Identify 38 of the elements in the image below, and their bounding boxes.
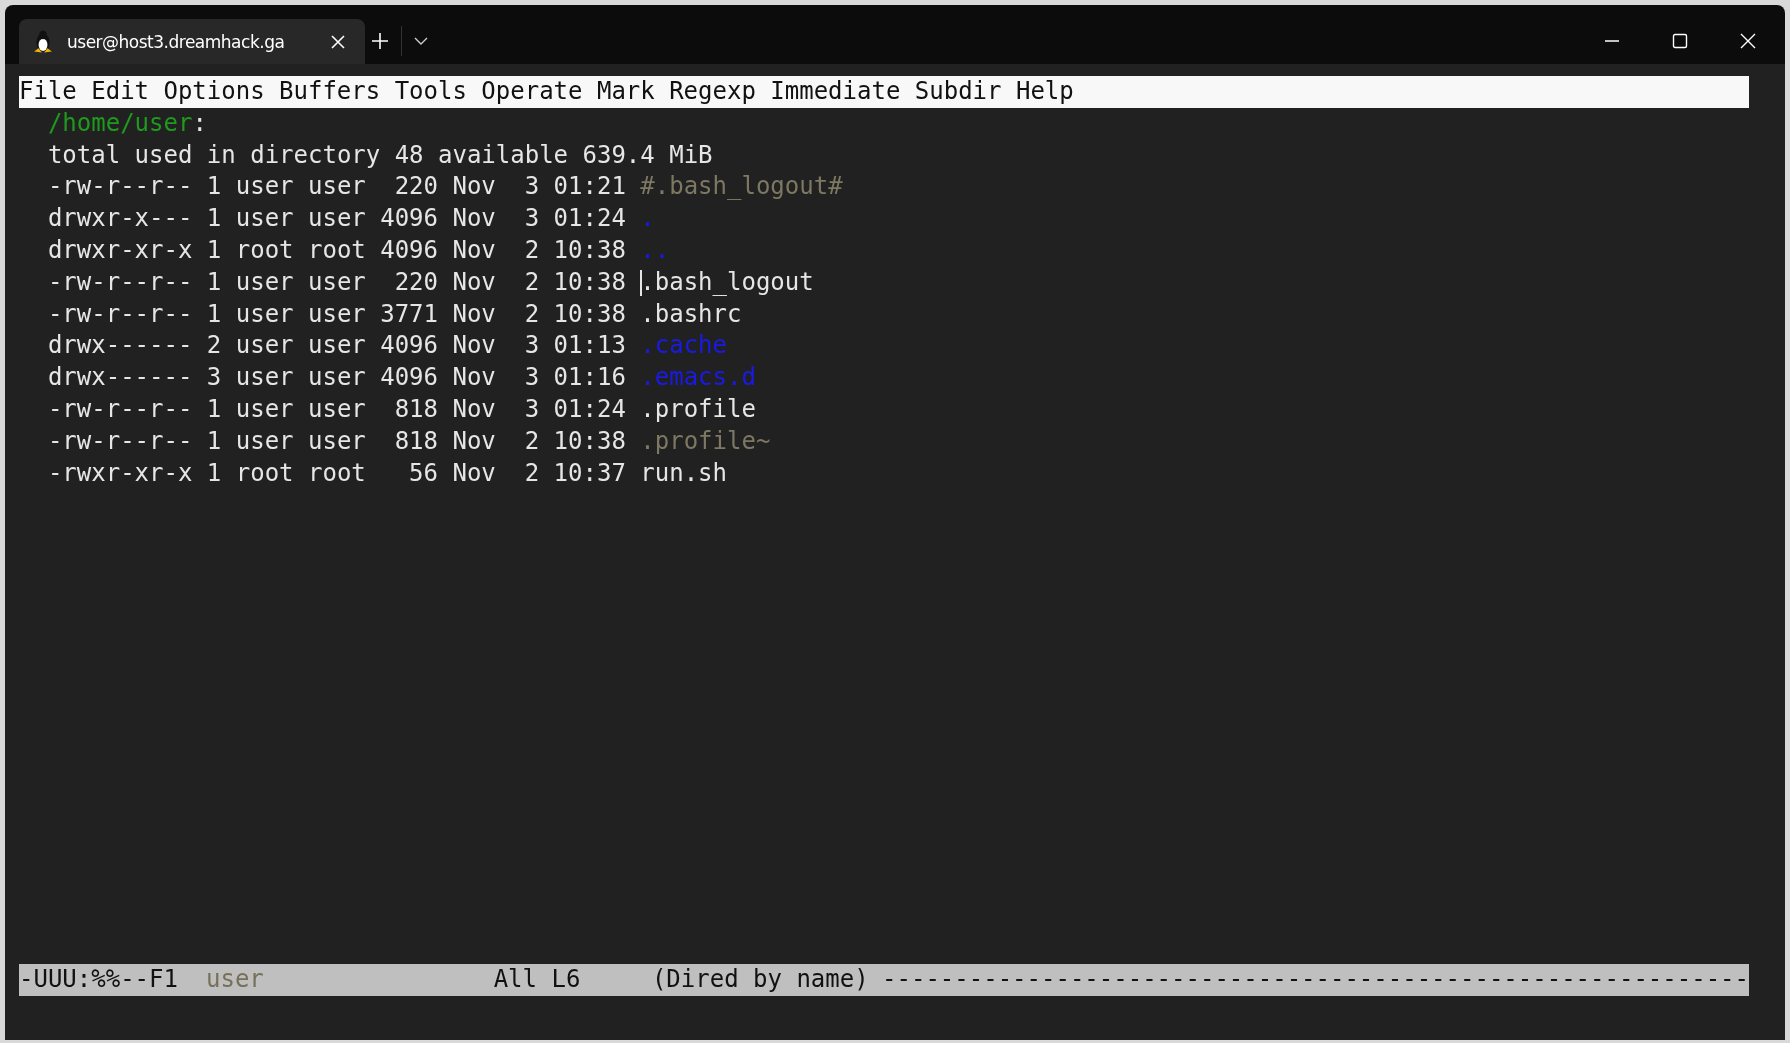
menu-item[interactable]: Help <box>1015 76 1074 108</box>
file-name[interactable]: .bashrc <box>640 298 742 331</box>
file-details: drwx------ 2 user user 4096 Nov 3 01:13 <box>47 330 626 362</box>
file-name[interactable]: #.bash_logout# <box>640 171 843 204</box>
menu-item[interactable]: Options <box>163 76 265 108</box>
cursor-position: All L6 <box>493 964 582 996</box>
file-details: -rw-r--r-- 1 user user 818 Nov 3 01:24 <box>47 393 626 425</box>
path-colon: : <box>192 107 207 139</box>
menu-item[interactable]: Operate <box>481 76 583 108</box>
file-details: -rw-r--r-- 1 user user 220 Nov 3 01:21 <box>47 171 626 203</box>
file-details: drwxr-x--- 1 user user 4096 Nov 3 01:24 <box>47 203 626 235</box>
menu-item[interactable]: Immediate <box>770 76 901 108</box>
file-details: -rw-r--r-- 1 user user 220 Nov 2 10:38 <box>47 266 626 298</box>
file-details: drwx------ 3 user user 4096 Nov 3 01:16 <box>47 362 626 394</box>
file-details: -rwxr-xr-x 1 root root 56 Nov 2 10:37 <box>47 457 626 489</box>
mode-line-fill: ------------------------------------------------------------ <box>882 964 1749 996</box>
menu-item[interactable]: File <box>19 76 77 108</box>
file-details: -rw-r--r-- 1 user user 3771 Nov 2 10:38 <box>47 298 626 330</box>
menu-item[interactable]: Tools <box>394 76 467 108</box>
file-name[interactable]: run.sh <box>640 457 727 490</box>
directory-summary: total used in directory 48 available 639.4 MiB <box>47 139 713 171</box>
tab-title: user@host3.dreamhack.ga <box>67 31 286 52</box>
directory-path: /home/user <box>47 107 193 139</box>
menu-item[interactable]: Edit <box>91 76 150 108</box>
file-name[interactable]: .profile~ <box>640 425 771 458</box>
mode-status: -UUU:%%--F1 <box>19 964 179 996</box>
file-details: -rw-r--r-- 1 user user 818 Nov 2 10:38 <box>47 425 626 457</box>
penguin-icon <box>33 29 53 54</box>
buffer-name: user <box>206 964 265 996</box>
file-name[interactable]: .bash_logout <box>640 266 814 299</box>
menu-item[interactable]: Mark <box>596 76 655 108</box>
file-name[interactable]: .profile <box>640 393 756 426</box>
major-mode: (Dired by name) <box>651 964 870 996</box>
file-details: drwxr-xr-x 1 root root 4096 Nov 2 10:38 <box>47 235 626 266</box>
menu-item[interactable]: Subdir <box>914 76 1002 108</box>
menu-item[interactable]: Buffers <box>279 76 381 108</box>
terminal-tab[interactable]: user@host3.dreamhack.ga <box>19 19 365 64</box>
menu-item[interactable]: Regexp <box>669 76 756 108</box>
